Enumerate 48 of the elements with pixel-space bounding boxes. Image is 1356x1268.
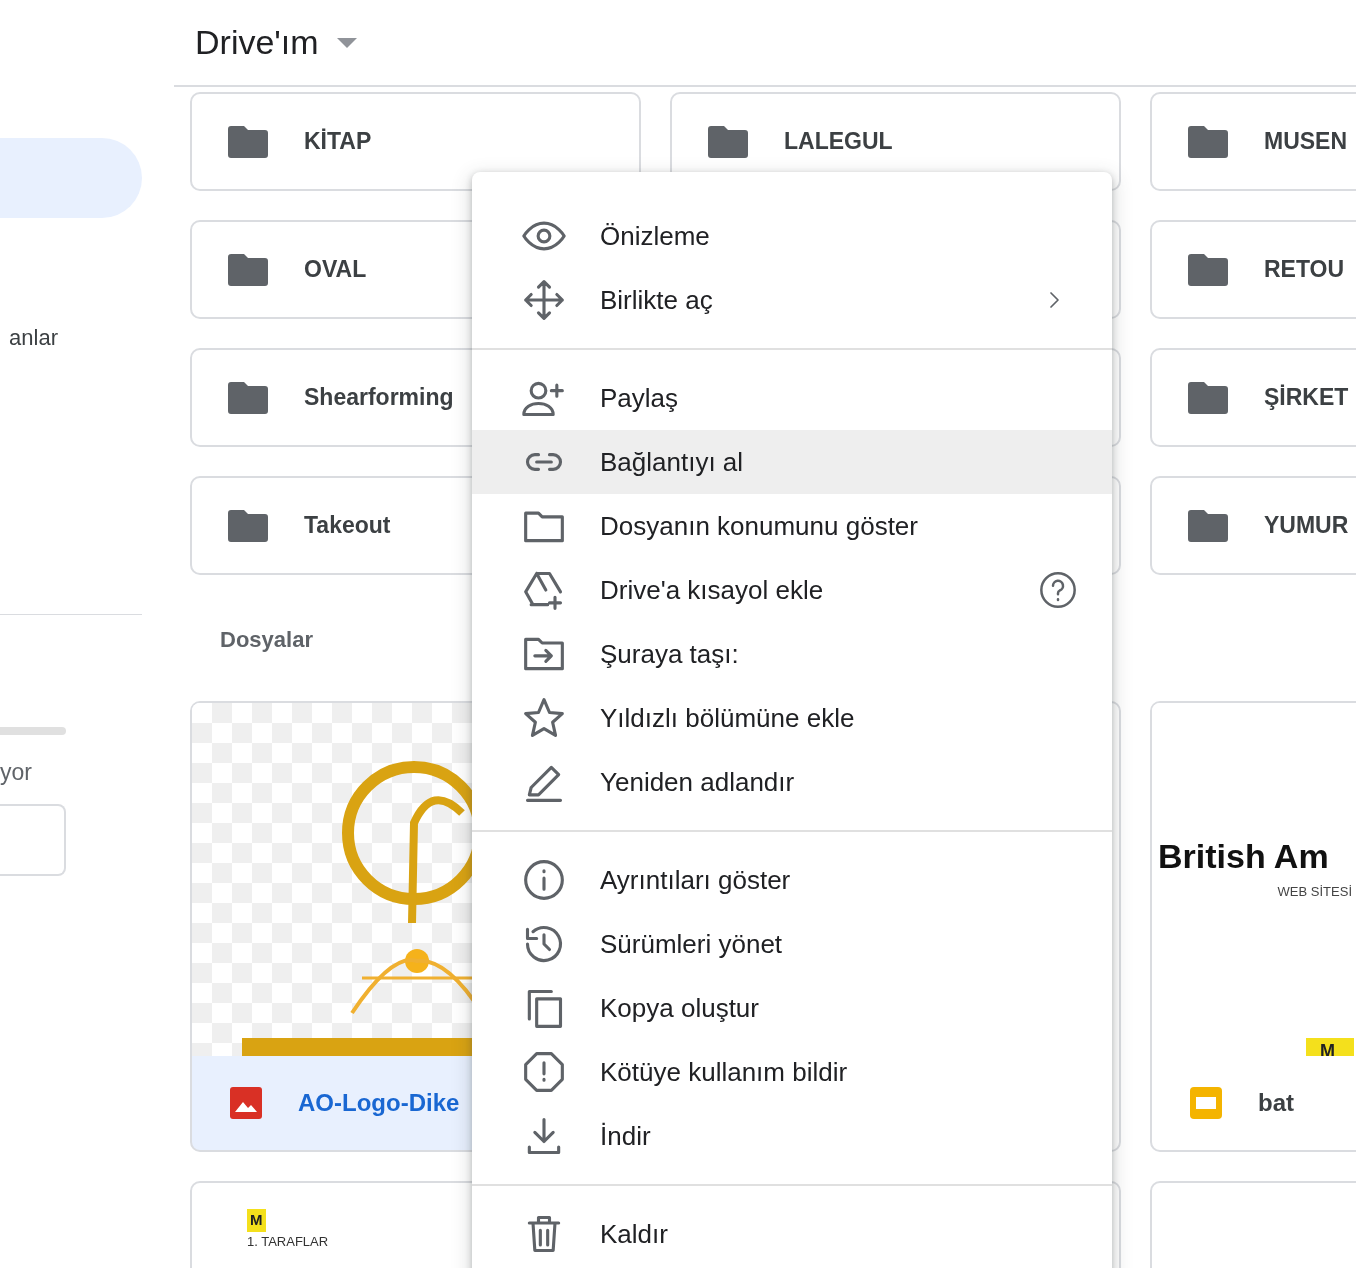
file-card[interactable]: British Am WEB SİTESİ M bat	[1150, 701, 1356, 1152]
folder-card[interactable]: ŞİRKET	[1150, 348, 1356, 447]
file-name: bat	[1258, 1088, 1294, 1118]
document-title: British Am	[1157, 836, 1330, 877]
folder-icon	[228, 253, 268, 286]
folder-icon	[1188, 253, 1228, 286]
folder-icon	[1188, 381, 1228, 414]
document-tag: M	[1306, 1037, 1354, 1056]
storage-button[interactable]	[0, 803, 66, 876]
star-icon	[522, 696, 566, 740]
folder-name: RETOU	[1264, 255, 1345, 285]
folder-icon	[1188, 509, 1228, 542]
help-icon[interactable]	[1038, 570, 1078, 610]
menu-item[interactable]: Kaldır	[472, 1202, 1112, 1266]
document-subtitle: WEB SİTESİ	[1276, 883, 1353, 901]
nav-item[interactable]: anlar	[0, 317, 142, 357]
info-icon	[522, 858, 566, 902]
folder-name: OVAL	[304, 255, 367, 285]
folder-name: ŞİRKET	[1264, 383, 1349, 413]
storage-text: yor	[0, 758, 33, 787]
folder-name: Shearforming	[304, 383, 454, 413]
menu-item[interactable]: Bağlantıyı al	[472, 430, 1112, 494]
file-name: AO-Logo-Dike	[298, 1088, 460, 1118]
page-title[interactable]: Drive'ım	[195, 17, 319, 68]
storage-bar	[0, 727, 66, 735]
folder-card[interactable]: MUSEN	[1150, 92, 1356, 191]
menu-item[interactable]: Şuraya taşı:	[472, 622, 1112, 686]
image-file-icon	[230, 1087, 262, 1119]
alert-icon	[522, 1050, 566, 1094]
folder-card[interactable]: RETOU	[1150, 220, 1356, 319]
folder-name: KİTAP	[304, 127, 372, 157]
folder-icon	[228, 509, 268, 542]
slides-file-icon	[1190, 1087, 1222, 1119]
folder-icon	[1188, 125, 1228, 158]
four-arrows-icon	[522, 278, 566, 322]
caret-icon[interactable]	[336, 37, 357, 48]
folder-icon	[228, 125, 268, 158]
folder-card[interactable]: KİTAP	[190, 92, 641, 191]
folder-name: LALEGUL	[784, 127, 893, 157]
folder-name: Takeout	[304, 511, 391, 541]
folder-icon	[708, 125, 748, 158]
folder-icon	[228, 381, 268, 414]
section-label: Dosyalar	[220, 626, 313, 654]
document-tag: M	[247, 1209, 266, 1232]
chevron-right-icon	[1048, 291, 1060, 309]
folder-name: YUMUR	[1264, 511, 1349, 541]
folder-name: MUSEN	[1264, 127, 1348, 157]
folder-card[interactable]: YUMUR	[1150, 476, 1356, 575]
